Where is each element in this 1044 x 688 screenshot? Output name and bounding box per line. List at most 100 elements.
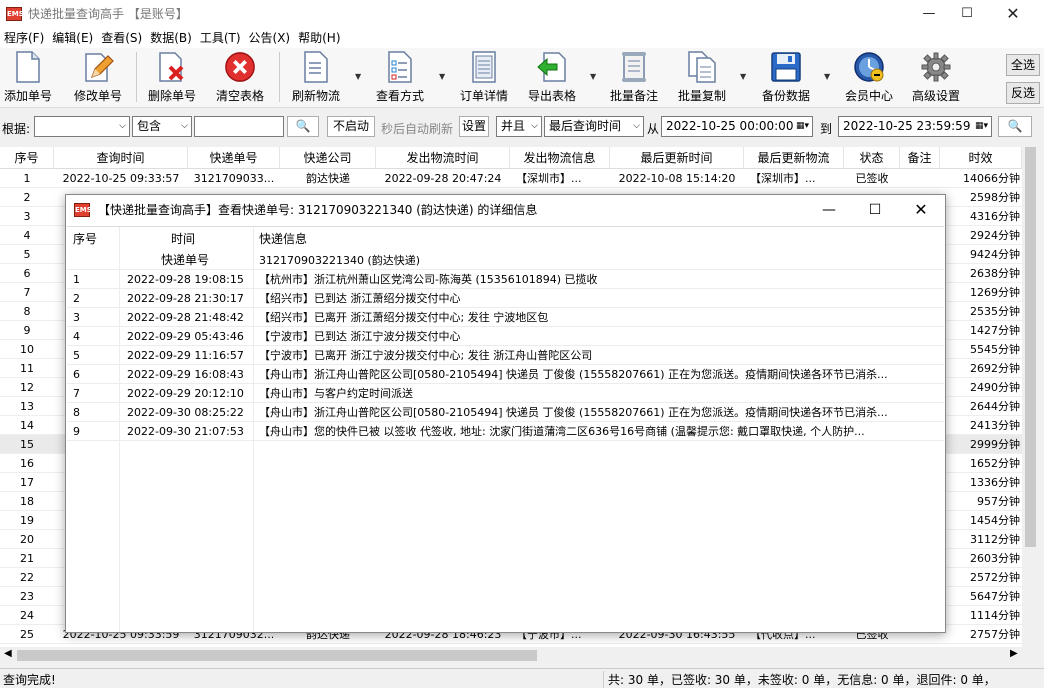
search-button[interactable]: 🔍	[287, 116, 319, 137]
close-button[interactable]: ✕	[990, 0, 1036, 27]
status-message: 查询完成!	[3, 673, 56, 687]
new-document-icon	[12, 50, 44, 84]
menu-help[interactable]: 帮助(H)	[294, 29, 344, 46]
dialog-minimize-button[interactable]: —	[806, 195, 852, 224]
list-item[interactable]: 1 2022-09-28 19:08:15 【杭州市】浙江杭州萧山区党湾公司-陈海英…	[67, 270, 944, 289]
menu-view[interactable]: 查看(S)	[97, 29, 146, 46]
view-mode-button[interactable]: 查看方式	[376, 50, 424, 106]
settings-button[interactable]: 设置	[459, 116, 489, 137]
cell-duration: 2757分钟	[970, 628, 1020, 641]
list-item[interactable]: 3 2022-09-28 21:48:42 【绍兴市】已离开 浙江萧绍分拨交付中心;…	[67, 308, 944, 327]
maximize-button[interactable]: ☐	[944, 0, 990, 27]
detail-cell-info: 【绍兴市】已到达 浙江萧绍分拨交付中心	[259, 292, 461, 305]
menu-notice[interactable]: 公告(X)	[245, 29, 295, 46]
list-item[interactable]: 4 2022-09-29 05:43:46 【宁波市】已到达 浙江宁波分拨交付中心	[67, 327, 944, 346]
menu-program[interactable]: 程序(F)	[0, 29, 48, 46]
export-table-button[interactable]: 导出表格	[528, 50, 576, 106]
header-sent-info[interactable]: 发出物流信息	[510, 147, 610, 169]
cell-duration: 2598分钟	[970, 191, 1020, 204]
export-arrow-icon	[536, 50, 568, 84]
invert-select-button[interactable]: 反选	[1006, 82, 1040, 104]
to-label: 到	[820, 122, 833, 136]
dialog-maximize-button[interactable]: ☐	[852, 195, 898, 224]
basis-label: 根据:	[2, 122, 31, 136]
list-item[interactable]: 2 2022-09-28 21:30:17 【绍兴市】已到达 浙江萧绍分拨交付中心	[67, 289, 944, 308]
scroll-right-icon[interactable]: ▶	[1010, 648, 1018, 659]
cell-no: 7	[23, 286, 31, 299]
select-all-button[interactable]: 全选	[1006, 54, 1040, 76]
cell-status: 已签收	[855, 172, 889, 185]
list-item[interactable]: 6 2022-09-29 16:08:43 【舟山市】浙江舟山普陀区公司[0580-…	[67, 365, 944, 384]
horizontal-scrollbar[interactable]: ◀ ▶	[0, 647, 1039, 664]
refresh-logistics-button[interactable]: 刷新物流	[292, 50, 340, 106]
from-label: 从	[647, 122, 660, 136]
dialog-close-button[interactable]: ✕	[898, 195, 944, 224]
header-status[interactable]: 状态	[844, 147, 900, 169]
scroll-left-icon[interactable]: ◀	[4, 648, 12, 659]
order-details-button[interactable]: 订单详情	[460, 50, 508, 106]
member-center-button[interactable]: 会员中心	[845, 50, 893, 106]
menu-edit[interactable]: 编辑(E)	[48, 29, 97, 46]
list-item[interactable]: 5 2022-09-29 11:16:57 【宁波市】已离开 浙江宁波分拨交付中心;…	[67, 346, 944, 365]
time-field-select[interactable]: 最后查询时间 ⌵	[544, 116, 644, 137]
detail-header-no: 序号	[73, 232, 98, 246]
match-select[interactable]: 包含 ⌵	[132, 116, 192, 137]
detail-cell-info: 【舟山市】您的快件已被 以签收 代签收, 地址: 沈家门街道蒲湾二区636号16…	[259, 425, 865, 438]
copy-dropdown-arrow-icon[interactable]: ▼	[740, 72, 746, 81]
detail-cell-time: 2022-09-28 21:48:42	[127, 311, 244, 324]
vertical-scroll-thumb[interactable]	[1025, 147, 1036, 547]
export-dropdown-arrow-icon[interactable]: ▼	[590, 72, 596, 81]
header-no[interactable]: 序号	[0, 147, 54, 169]
cell-no: 10	[20, 343, 34, 356]
clear-table-button[interactable]: 清空表格	[216, 50, 264, 106]
cell-no: 5	[23, 248, 31, 261]
list-item[interactable]: 7 2022-09-29 20:12:10 【舟山市】与客户约定时间派送	[67, 384, 944, 403]
from-datetime-picker[interactable]: 2022-10-25 00:00:00 ▦▾	[661, 116, 813, 137]
menu-data[interactable]: 数据(B)	[146, 29, 196, 46]
view-mode-dropdown-arrow-icon[interactable]: ▼	[439, 72, 445, 81]
search-icon: 🔍	[1007, 119, 1023, 133]
keyword-input[interactable]	[194, 116, 284, 137]
backup-dropdown-arrow-icon[interactable]: ▼	[824, 72, 830, 81]
cell-no: 3	[23, 210, 31, 223]
filter-search-button[interactable]: 🔍	[998, 116, 1032, 137]
delete-tracking-button[interactable]: 删除单号	[148, 50, 196, 106]
edit-tracking-button[interactable]: 修改单号	[74, 50, 122, 106]
toolbar-separator	[279, 52, 280, 102]
cell-duration: 9424分钟	[970, 248, 1020, 261]
detail-cell-info: 【舟山市】浙江舟山普陀区公司[0580-2105494] 快递员 丁俊俊 (15…	[259, 368, 888, 381]
detail-table[interactable]: 序号 时间 快递信息 快递单号 312170903221340 (韵达快递) 1…	[67, 226, 944, 632]
cell-duration: 2644分钟	[970, 400, 1020, 413]
toolbar-separator	[136, 52, 137, 102]
clock-globe-icon	[853, 50, 885, 84]
menu-tools[interactable]: 工具(T)	[196, 29, 245, 46]
header-last-update-info[interactable]: 最后更新物流	[744, 147, 844, 169]
add-tracking-button[interactable]: 添加单号	[4, 50, 52, 106]
list-item[interactable]: 9 2022-09-30 21:07:53 【舟山市】您的快件已被 以签收 代签收,…	[67, 422, 944, 441]
header-duration[interactable]: 时效	[940, 147, 1022, 169]
batch-copy-button[interactable]: 批量复制	[678, 50, 726, 106]
refresh-dropdown-arrow-icon[interactable]: ▼	[355, 72, 361, 81]
cell-duration: 1114分钟	[970, 609, 1020, 622]
cell-no: 4	[23, 229, 31, 242]
auto-refresh-start-button[interactable]: 不启动	[327, 116, 375, 137]
header-sent-time[interactable]: 发出物流时间	[376, 147, 510, 169]
header-company[interactable]: 快递公司	[280, 147, 376, 169]
header-query-time[interactable]: 查询时间	[54, 147, 188, 169]
header-tracking-number[interactable]: 快递单号	[188, 147, 280, 169]
logic-select[interactable]: 并且 ⌵	[496, 116, 542, 137]
advanced-settings-button[interactable]: 高级设置	[912, 50, 960, 106]
table-row[interactable]: 1 2022-10-25 09:33:57 3121709033... 韵达快递 202…	[0, 169, 1022, 188]
to-datetime-picker[interactable]: 2022-10-25 23:59:59 ▦▾	[838, 116, 992, 137]
tracking-value: 312170903221340 (韵达快递)	[259, 254, 421, 267]
header-note[interactable]: 备注	[900, 147, 940, 169]
basis-select[interactable]: ⌵	[34, 116, 130, 137]
backup-data-button[interactable]: 备份数据	[762, 50, 810, 106]
list-item[interactable]: 8 2022-09-30 08:25:22 【舟山市】浙江舟山普陀区公司[0580-…	[67, 403, 944, 422]
cell-no: 15	[20, 438, 34, 451]
batch-note-button[interactable]: 批量备注	[610, 50, 658, 106]
cell-company: 韵达快递	[306, 172, 350, 185]
header-last-update-time[interactable]: 最后更新时间	[610, 147, 744, 169]
vertical-scrollbar[interactable]	[1022, 147, 1039, 647]
horizontal-scroll-thumb[interactable]	[17, 650, 537, 661]
